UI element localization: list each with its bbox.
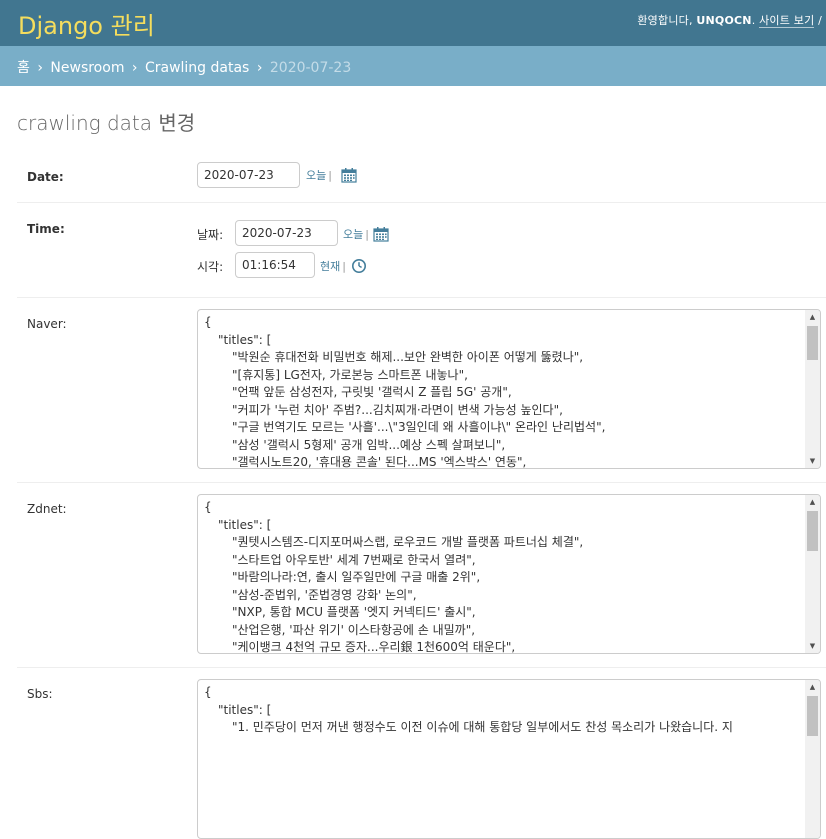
- json-line: "박원순 휴대전화 비밀번호 해제...보안 완벽한 아이폰 어떻게 뚫렸나",: [232, 350, 584, 364]
- header: Django 관리 환영합니다, UNQOCN. 사이트 보기 /: [0, 0, 826, 46]
- date-input[interactable]: 2020-07-23: [197, 162, 300, 188]
- scroll-thumb[interactable]: [807, 696, 818, 736]
- site-branding[interactable]: Django 관리: [18, 6, 155, 41]
- user-tools-divider: /: [818, 14, 822, 27]
- json-line: "커피가 '누런 치아' 주범?...김치찌개·라면이 변색 가능성 높인다",: [232, 402, 563, 417]
- json-line: "퀀텟시스템즈-디지포머싸스랩, 로우코드 개발 플랫폼 파트너십 체결",: [232, 535, 584, 549]
- scroll-up-icon[interactable]: ▲: [805, 495, 820, 509]
- sbs-label: Sbs:: [27, 687, 53, 701]
- json-line: "스타트업 아우토반' 세계 7번째로 한국서 열려",: [232, 552, 476, 567]
- json-line: "삼성 '갤럭시 5형제' 공개 임박...예상 스펙 살펴보니",: [232, 437, 506, 452]
- sbs-scrollbar[interactable]: ▲: [805, 680, 820, 838]
- naver-textarea[interactable]: { "titles": [ "박원순 휴대전화 비밀번호 해제...보안 완벽한 아…: [197, 309, 821, 469]
- json-line: "titles": [: [218, 517, 272, 532]
- datetime-time-shortcuts: 현재 |: [320, 260, 346, 273]
- scroll-up-icon[interactable]: ▲: [805, 310, 820, 324]
- json-line: "titles": [: [218, 702, 272, 717]
- time-time-label: 시각:: [197, 260, 224, 274]
- json-line: {: [204, 500, 212, 514]
- username: UNQOCN: [696, 14, 752, 27]
- scroll-down-icon[interactable]: ▼: [805, 639, 820, 653]
- form-row-time: Time: 날짜: 2020-07-23 오늘 | 시각: 01:16:54 현재…: [17, 203, 826, 298]
- calendar-icon[interactable]: [373, 226, 389, 242]
- today-link[interactable]: 오늘: [343, 228, 363, 241]
- json-line: "삼성-준법위, '준법경영 강화' 논의",: [232, 587, 417, 602]
- naver-scrollbar[interactable]: ▲ ▼: [805, 310, 820, 468]
- form-row-date: Date: 2020-07-23 오늘 |: [17, 148, 826, 203]
- form-row-naver: Naver: { "titles": [ "박원순 휴대전화 비밀번호 해제...보…: [17, 298, 826, 483]
- form-row-sbs: Sbs: { "titles": [ "1. 민주당이 먼저 꺼낸 행정수도 이전 …: [17, 668, 826, 839]
- now-link[interactable]: 현재: [320, 260, 340, 273]
- json-line: "1. 민주당이 먼저 꺼낸 행정수도 이전 이슈에 대해 통합당 일부에서도 …: [232, 720, 733, 734]
- datetime-time-input[interactable]: 01:16:54: [235, 252, 315, 278]
- zdnet-json-content: { "titles": [ "퀀텟시스템즈-디지포머싸스랩, 로우코드 개발 플랫폼…: [204, 499, 802, 654]
- zdnet-textarea[interactable]: { "titles": [ "퀀텟시스템즈-디지포머싸스랩, 로우코드 개발 플랫폼…: [197, 494, 821, 654]
- time-label: Time:: [27, 222, 65, 236]
- naver-label: Naver:: [27, 317, 67, 331]
- scroll-up-icon[interactable]: ▲: [805, 680, 820, 694]
- form-row-zdnet: Zdnet: { "titles": [ "퀀텟시스템즈-디지포머싸스랩, 로우코드…: [17, 483, 826, 668]
- clock-icon[interactable]: [351, 258, 367, 274]
- naver-json-content: { "titles": [ "박원순 휴대전화 비밀번호 해제...보안 완벽한 아…: [204, 314, 802, 469]
- datetime-date-input[interactable]: 2020-07-23: [235, 220, 338, 246]
- sbs-textarea[interactable]: { "titles": [ "1. 민주당이 먼저 꺼낸 행정수도 이전 이슈에 대…: [197, 679, 821, 839]
- zdnet-label: Zdnet:: [27, 502, 67, 516]
- zdnet-scrollbar[interactable]: ▲ ▼: [805, 495, 820, 653]
- json-line: "titles": [: [218, 332, 272, 347]
- json-line: "언팩 앞둔 삼성전자, 구릿빛 '갤럭시 Z 플립 5G' 공개",: [232, 385, 512, 399]
- json-line: {: [204, 315, 212, 329]
- json-line: {: [204, 685, 212, 699]
- page-title: crawling data 변경: [17, 111, 196, 135]
- date-label: Date:: [27, 170, 64, 184]
- scroll-thumb[interactable]: [807, 326, 818, 360]
- breadcrumb-home[interactable]: 홈: [17, 60, 30, 76]
- date-shortcuts: 오늘 |: [306, 169, 332, 182]
- calendar-icon[interactable]: [341, 167, 357, 183]
- sbs-json-content: { "titles": [ "1. 민주당이 먼저 꺼낸 행정수도 이전 이슈에 대…: [204, 684, 802, 737]
- view-site-link[interactable]: 사이트 보기: [759, 14, 815, 28]
- breadcrumb-app[interactable]: Newsroom: [50, 60, 124, 76]
- json-line: "구글 번역기도 모르는 '사흘'...\"3일인데 왜 사흘이냐\" 온라인 …: [232, 420, 606, 434]
- breadcrumb: 홈 › Newsroom › Crawling datas › 2020-07-…: [0, 46, 826, 86]
- scroll-down-icon[interactable]: ▼: [805, 454, 820, 468]
- scroll-thumb[interactable]: [807, 511, 818, 551]
- today-link[interactable]: 오늘: [306, 169, 326, 182]
- json-line: "케이뱅크 4천억 규모 증자...우리銀 1천600억 태운다",: [232, 640, 516, 654]
- json-line: "갤럭시노트20, '휴대용 콘솔' 된다...MS '엑스박스' 연동",: [232, 455, 527, 469]
- json-line: "바람의나라:연, 출시 일주일만에 구글 매출 2위",: [232, 570, 481, 584]
- welcome-text: 환영합니다,: [637, 14, 693, 27]
- json-line: "산업은행, '파산 위기' 이스타항공에 손 내밀까",: [232, 622, 476, 637]
- breadcrumb-current: 2020-07-23: [269, 60, 352, 76]
- breadcrumb-model[interactable]: Crawling datas: [145, 60, 249, 76]
- datetime-date-shortcuts: 오늘 |: [343, 228, 369, 241]
- json-line: "[휴지통] LG전자, 가로본능 스마트폰 내놓나",: [232, 367, 468, 382]
- user-tools: 환영합니다, UNQOCN. 사이트 보기 /: [637, 14, 822, 28]
- json-line: "NXP, 통합 MCU 플랫폼 '엣지 커넥티드' 출시",: [232, 605, 476, 619]
- time-date-label: 날짜:: [197, 228, 224, 242]
